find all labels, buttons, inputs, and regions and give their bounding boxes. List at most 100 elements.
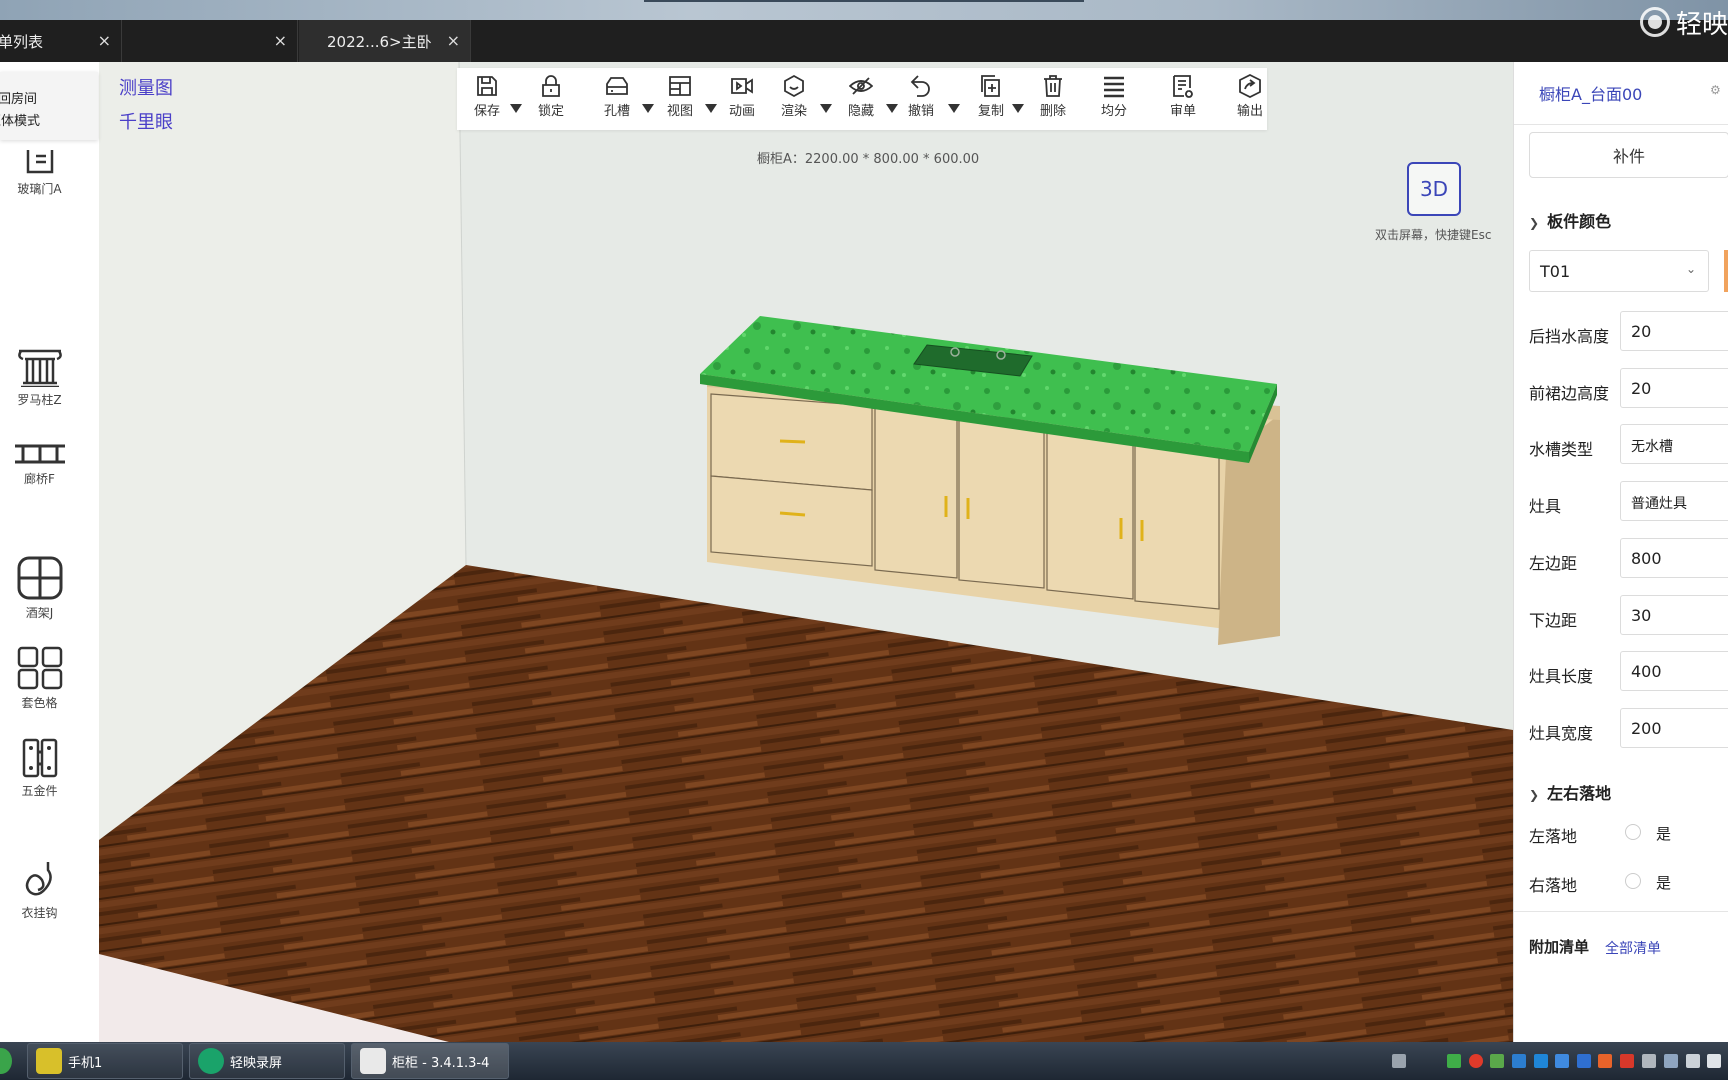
field-label: 灶具 bbox=[1529, 497, 1562, 516]
all-list-link[interactable]: 全部清单 bbox=[1605, 938, 1661, 958]
stove-length-input[interactable]: 400 bbox=[1620, 651, 1728, 691]
phone-app-icon bbox=[36, 1048, 62, 1074]
taskbar-item-recorder[interactable]: 轻映录屏 bbox=[189, 1043, 345, 1079]
tray-app-icon[interactable] bbox=[1620, 1054, 1634, 1068]
delete-button[interactable]: 删除 bbox=[1023, 74, 1083, 130]
lock-button[interactable]: 锁定 bbox=[521, 74, 581, 130]
measure-map-link[interactable]: 测量图 bbox=[119, 74, 173, 100]
tray-app-icon[interactable] bbox=[1512, 1054, 1526, 1068]
brand-text: 轻映 bbox=[1675, 9, 1728, 40]
grid-icon bbox=[17, 646, 62, 690]
network-icon[interactable] bbox=[1686, 1054, 1700, 1068]
field-label: 灶具宽度 bbox=[1529, 724, 1594, 743]
left-tool-panel: 玻璃门A 罗马柱Z 廊桥F 酒架J 套色格 五金件 衣挂钩 bbox=[0, 62, 99, 1042]
save-button[interactable]: 保存 bbox=[457, 74, 522, 130]
keyboard-icon[interactable] bbox=[1392, 1054, 1406, 1068]
export-button[interactable]: 输出 bbox=[1220, 74, 1280, 130]
tray-app-icon[interactable] bbox=[1555, 1054, 1569, 1068]
far-eye-link[interactable]: 千里眼 bbox=[119, 108, 173, 134]
section-title: 板件颜色 bbox=[1547, 212, 1612, 231]
tool-hardware[interactable]: 五金件 bbox=[0, 738, 79, 799]
tool-label: 视图 bbox=[666, 104, 693, 119]
stove-select[interactable]: 普通灶具 bbox=[1620, 481, 1728, 521]
right-floor-yes-radio[interactable] bbox=[1625, 873, 1641, 889]
tray-app-icon[interactable] bbox=[1642, 1054, 1656, 1068]
slot-icon bbox=[606, 77, 628, 95]
window-top-strip bbox=[0, 0, 1728, 20]
tool-color-grid[interactable]: 套色格 bbox=[0, 646, 79, 711]
front-skirt-height-input[interactable]: 20 bbox=[1620, 368, 1728, 408]
view-button[interactable]: 视图 bbox=[650, 74, 717, 130]
audit-icon bbox=[1173, 75, 1193, 98]
tab-label: 2022...6>主卧 bbox=[327, 32, 432, 51]
tray-app-icon[interactable] bbox=[1447, 1054, 1461, 1068]
hide-button[interactable]: 隐藏 bbox=[831, 74, 898, 130]
tray-app-icon[interactable] bbox=[1664, 1054, 1678, 1068]
divider bbox=[1514, 911, 1728, 912]
animation-button[interactable]: 动画 bbox=[712, 74, 772, 130]
color-select[interactable]: T01 ⌄ bbox=[1529, 250, 1709, 292]
room-mode-menu: 回房间 柜体模式 bbox=[0, 72, 98, 140]
section-title: 左右落地 bbox=[1547, 784, 1612, 803]
field-stove: 灶具 普通灶具 bbox=[1529, 481, 1728, 523]
panel-title: 橱柜A_台面00 bbox=[1539, 85, 1643, 104]
field-label: 后挡水高度 bbox=[1529, 327, 1610, 346]
bird-app-icon bbox=[360, 1048, 386, 1074]
left-margin-input[interactable]: 800 bbox=[1620, 538, 1728, 578]
back-to-room-link[interactable]: 回房间 bbox=[0, 88, 37, 107]
3d-viewport[interactable]: 测量图 千里眼 橱柜A：2200.00 * 800.00 * 600.00 3D… bbox=[99, 62, 1513, 1042]
tool-label: 套色格 bbox=[21, 696, 58, 710]
field-bottom-margin: 下边距 30 bbox=[1529, 595, 1728, 637]
tool-glass-door[interactable]: 玻璃门A bbox=[0, 148, 79, 197]
dropdown-arrow-icon[interactable] bbox=[948, 104, 960, 113]
close-icon[interactable]: × bbox=[447, 31, 460, 50]
gear-icon[interactable]: ⚙ bbox=[1710, 83, 1721, 97]
3d-view-toggle-button[interactable]: 3D bbox=[1407, 162, 1461, 216]
tray-app-icon[interactable] bbox=[1534, 1054, 1548, 1068]
sink-type-select[interactable]: 无水槽 bbox=[1620, 424, 1728, 464]
tab-list[interactable]: 单列表 × bbox=[0, 20, 122, 62]
slot-button[interactable]: 孔槽 bbox=[587, 74, 654, 130]
tool-wine-rack[interactable]: 酒架J bbox=[0, 556, 79, 621]
cabinet-mode-link[interactable]: 柜体模式 bbox=[0, 110, 40, 129]
audit-button[interactable]: 审单 bbox=[1153, 74, 1213, 130]
tool-label: 锁定 bbox=[537, 104, 564, 119]
divide-evenly-button[interactable]: 均分 bbox=[1084, 74, 1144, 130]
tool-label: 五金件 bbox=[21, 784, 58, 798]
field-label: 右落地 bbox=[1529, 876, 1578, 895]
bluetooth-icon[interactable] bbox=[1577, 1054, 1591, 1068]
volume-icon[interactable] bbox=[1707, 1054, 1721, 1068]
color-swatch[interactable] bbox=[1724, 250, 1728, 292]
tray-app-icon[interactable] bbox=[1598, 1054, 1612, 1068]
render-button[interactable]: 渲染 bbox=[764, 74, 832, 130]
copy-button[interactable]: 复制 bbox=[961, 74, 1024, 130]
tab-blank[interactable]: × bbox=[123, 20, 298, 62]
bottom-margin-input[interactable]: 30 bbox=[1620, 595, 1728, 635]
field-sink-type: 水槽类型 无水槽 bbox=[1529, 424, 1728, 466]
taskbar-item-phone[interactable]: 手机1 bbox=[27, 1043, 183, 1079]
section-panel-color[interactable]: ❯ 板件颜色 bbox=[1529, 208, 1611, 232]
record-tray-icon[interactable] bbox=[1469, 1054, 1483, 1068]
tool-label: 孔槽 bbox=[603, 104, 630, 119]
wine-rack-icon bbox=[17, 556, 62, 600]
start-icon[interactable] bbox=[0, 1048, 12, 1074]
field-label: 左边距 bbox=[1529, 554, 1578, 573]
section-floor-standing[interactable]: ❯ 左右落地 bbox=[1529, 780, 1611, 804]
tool-label: 隐藏 bbox=[847, 104, 874, 119]
stove-width-input[interactable]: 200 bbox=[1620, 708, 1728, 748]
tool-hook[interactable]: 衣挂钩 bbox=[0, 858, 79, 921]
add-part-button[interactable]: 补件 bbox=[1529, 132, 1728, 178]
left-floor-yes-radio[interactable] bbox=[1625, 824, 1641, 840]
view-icon bbox=[669, 76, 691, 96]
tool-bridge[interactable]: 廊桥F bbox=[0, 440, 79, 487]
taskbar-item-cabinet-app[interactable]: 柜柜 - 3.4.1.3-4 bbox=[351, 1043, 509, 1079]
eye-off-icon bbox=[849, 77, 873, 95]
tool-roman-column[interactable]: 罗马柱Z bbox=[0, 347, 79, 408]
tab-bedroom[interactable]: 2022...6>主卧 × bbox=[299, 20, 471, 62]
tray-app-icon[interactable] bbox=[1490, 1054, 1504, 1068]
close-icon[interactable]: × bbox=[274, 31, 287, 50]
undo-button[interactable]: 撤销 bbox=[891, 74, 960, 130]
back-splash-height-input[interactable]: 20 bbox=[1620, 311, 1728, 351]
tool-label: 均分 bbox=[1100, 104, 1127, 119]
close-icon[interactable]: × bbox=[98, 31, 111, 50]
